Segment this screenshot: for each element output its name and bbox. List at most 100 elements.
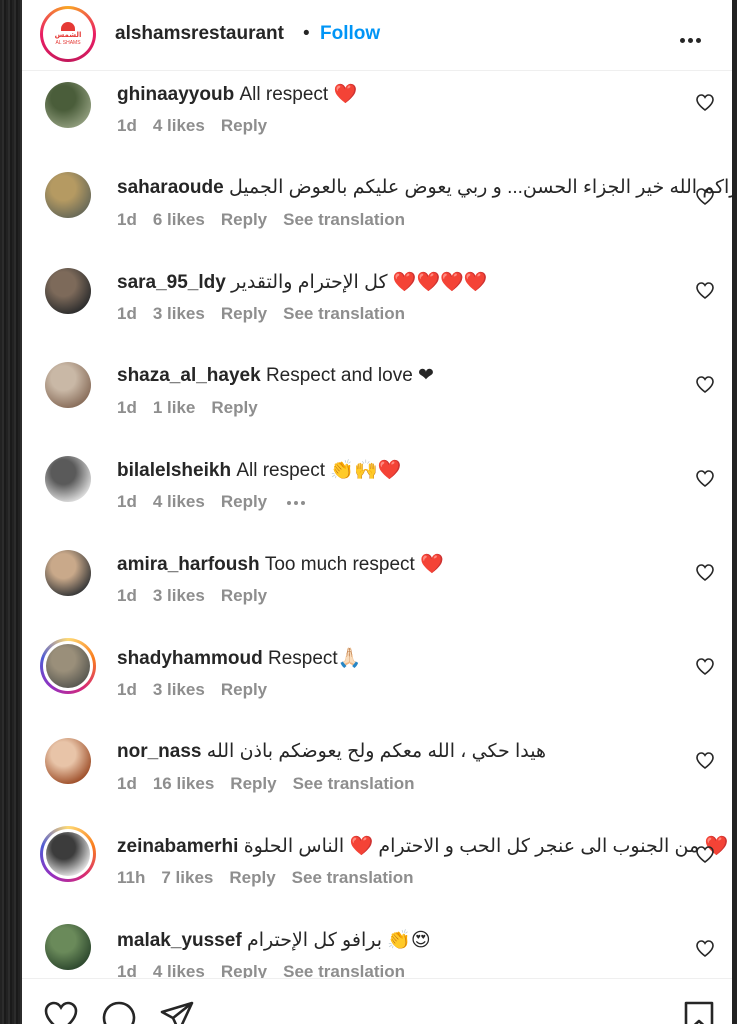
comment-time: 1d xyxy=(117,398,137,417)
comment-meta: 1d 1 like Reply xyxy=(117,398,274,418)
reply-button[interactable]: Reply xyxy=(230,774,276,793)
comment-line: malak_yussef 😍👏 برافو كل الإحترام xyxy=(117,928,677,956)
comment-username[interactable]: saharaoude xyxy=(117,177,224,198)
follow-button[interactable]: Follow xyxy=(320,23,380,45)
comment-time: 1d xyxy=(117,210,137,229)
like-icon[interactable] xyxy=(44,1001,78,1024)
commenter-avatar[interactable] xyxy=(45,172,91,218)
see-translation-link[interactable]: See translation xyxy=(283,962,405,978)
comment-line: nor_nass هيدا حكي ، الله معكم ولح يعوضكم… xyxy=(117,740,677,768)
comment-username[interactable]: malak_yussef xyxy=(117,930,242,951)
likes-count[interactable]: 3 likes xyxy=(153,586,205,605)
reply-button[interactable]: Reply xyxy=(221,586,267,605)
comment-like-icon[interactable] xyxy=(696,658,714,676)
logo-subtext: AL SHAMS xyxy=(55,40,81,46)
commenter-avatar[interactable] xyxy=(45,268,91,314)
reply-button[interactable]: Reply xyxy=(211,398,257,417)
separator-dot: • xyxy=(303,23,310,44)
commenter-avatar[interactable] xyxy=(45,82,91,128)
likes-count[interactable]: 3 likes xyxy=(153,680,205,699)
comment-like-icon[interactable] xyxy=(696,564,714,582)
reply-button[interactable]: Reply xyxy=(221,492,267,511)
account-avatar[interactable]: الشمس AL SHAMS xyxy=(40,6,96,62)
comment-like-icon[interactable] xyxy=(696,940,714,958)
see-translation-link[interactable]: See translation xyxy=(292,868,414,887)
comment-like-icon[interactable] xyxy=(696,376,714,394)
comment-time: 1d xyxy=(117,492,137,511)
save-icon[interactable] xyxy=(682,1001,716,1024)
comment-like-icon[interactable] xyxy=(696,470,714,488)
comment-meta: 11h 7 likes Reply See translation xyxy=(117,868,430,888)
background-right xyxy=(732,0,737,1024)
comments-panel: ghinaayyoub All respect ❤️ 1d 4 likes Reply… xyxy=(22,0,732,1024)
reply-button[interactable]: Reply xyxy=(221,304,267,323)
see-translation-link[interactable]: See translation xyxy=(283,304,405,323)
comment-like-icon[interactable] xyxy=(696,94,714,112)
see-translation-link[interactable]: See translation xyxy=(283,210,405,229)
likes-count[interactable]: 3 likes xyxy=(153,304,205,323)
reply-button[interactable]: Reply xyxy=(221,962,267,978)
reply-button[interactable]: Reply xyxy=(221,210,267,229)
comment-like-icon[interactable] xyxy=(696,752,714,770)
comment-text: Too much respect ❤️ xyxy=(264,554,444,575)
commenter-avatar[interactable] xyxy=(45,362,91,408)
comment-meta: 1d 16 likes Reply See translation xyxy=(117,774,430,794)
comment-meta: 1d 6 likes Reply See translation xyxy=(117,210,421,230)
share-icon[interactable] xyxy=(160,1001,194,1024)
account-username[interactable]: alshamsrestaurant xyxy=(115,23,284,45)
sun-icon xyxy=(61,22,75,31)
comment-text: All respect ❤️ xyxy=(239,84,358,105)
likes-count[interactable]: 1 like xyxy=(153,398,196,417)
comment-text: ❤️ من الجنوب الى عنجر كل الحب و الاحترام… xyxy=(243,836,729,857)
comment-text: Respect and love ❤ xyxy=(265,365,434,386)
logo: الشمس AL SHAMS xyxy=(43,9,93,59)
comment-text: ❤️❤️❤️❤️ كل الإحترام والتقدير xyxy=(231,272,488,293)
reply-button[interactable]: Reply xyxy=(229,868,275,887)
likes-count[interactable]: 4 likes xyxy=(153,962,205,978)
comment-time: 1d xyxy=(117,774,137,793)
commenter-avatar[interactable] xyxy=(45,456,91,502)
commenter-avatar[interactable] xyxy=(45,738,91,784)
comment-line: saharaoude جزاكم الله خير الجزاء الحسن..… xyxy=(117,176,732,204)
comment-text: Respect🙏🏻 xyxy=(267,648,362,669)
comment-text: 😍👏 برافو كل الإحترام xyxy=(246,930,431,951)
post-header: الشمس AL SHAMS alshamsrestaurant • Follo… xyxy=(22,0,732,71)
comment-like-icon[interactable] xyxy=(696,282,714,300)
likes-count[interactable]: 7 likes xyxy=(161,868,213,887)
comment-username[interactable]: ghinaayyoub xyxy=(117,84,234,105)
comment-like-icon[interactable] xyxy=(696,188,714,206)
reply-button[interactable]: Reply xyxy=(221,116,267,135)
commenter-avatar[interactable] xyxy=(40,638,96,694)
reply-button[interactable]: Reply xyxy=(221,680,267,699)
likes-count[interactable]: 4 likes xyxy=(153,116,205,135)
background-left xyxy=(0,0,22,1024)
commenter-avatar[interactable] xyxy=(45,924,91,970)
likes-count[interactable]: 4 likes xyxy=(153,492,205,511)
more-options-icon[interactable] xyxy=(680,30,710,43)
comment-more-icon[interactable] xyxy=(287,492,308,512)
comment-icon[interactable] xyxy=(102,1001,136,1024)
comment-like-icon[interactable] xyxy=(696,846,714,864)
comment-username[interactable]: nor_nass xyxy=(117,741,201,762)
comment-time: 11h xyxy=(117,868,146,887)
comment-username[interactable]: amira_harfoush xyxy=(117,554,260,575)
comments-list[interactable]: ghinaayyoub All respect ❤️ 1d 4 likes Reply… xyxy=(22,0,732,978)
comment-meta: 1d 3 likes Reply xyxy=(117,680,283,700)
comment-username[interactable]: zeinabamerhi xyxy=(117,836,238,857)
comment-time: 1d xyxy=(117,304,137,323)
commenter-avatar[interactable] xyxy=(40,826,96,882)
comment-item: amira_harfoush Too much respect ❤️ 1d 3 li… xyxy=(22,550,732,646)
comment-username[interactable]: shaza_al_hayek xyxy=(117,365,261,386)
comment-username[interactable]: sara_95_ldy xyxy=(117,272,226,293)
likes-count[interactable]: 6 likes xyxy=(153,210,205,229)
comment-username[interactable]: bilalelsheikh xyxy=(117,460,231,481)
commenter-avatar[interactable] xyxy=(45,550,91,596)
comment-item: nor_nass هيدا حكي ، الله معكم ولح يعوضكم… xyxy=(22,738,732,834)
likes-count[interactable]: 16 likes xyxy=(153,774,214,793)
comment-username[interactable]: shadyhammoud xyxy=(117,648,263,669)
comment-line: zeinabamerhi ❤️ من الجنوب الى عنجر كل ال… xyxy=(117,834,728,862)
see-translation-link[interactable]: See translation xyxy=(293,774,415,793)
comment-meta: 1d 3 likes Reply xyxy=(117,586,283,606)
comment-text: هيدا حكي ، الله معكم ولح يعوضكم باذن الل… xyxy=(206,741,547,762)
comment-line: amira_harfoush Too much respect ❤️ xyxy=(117,552,677,580)
